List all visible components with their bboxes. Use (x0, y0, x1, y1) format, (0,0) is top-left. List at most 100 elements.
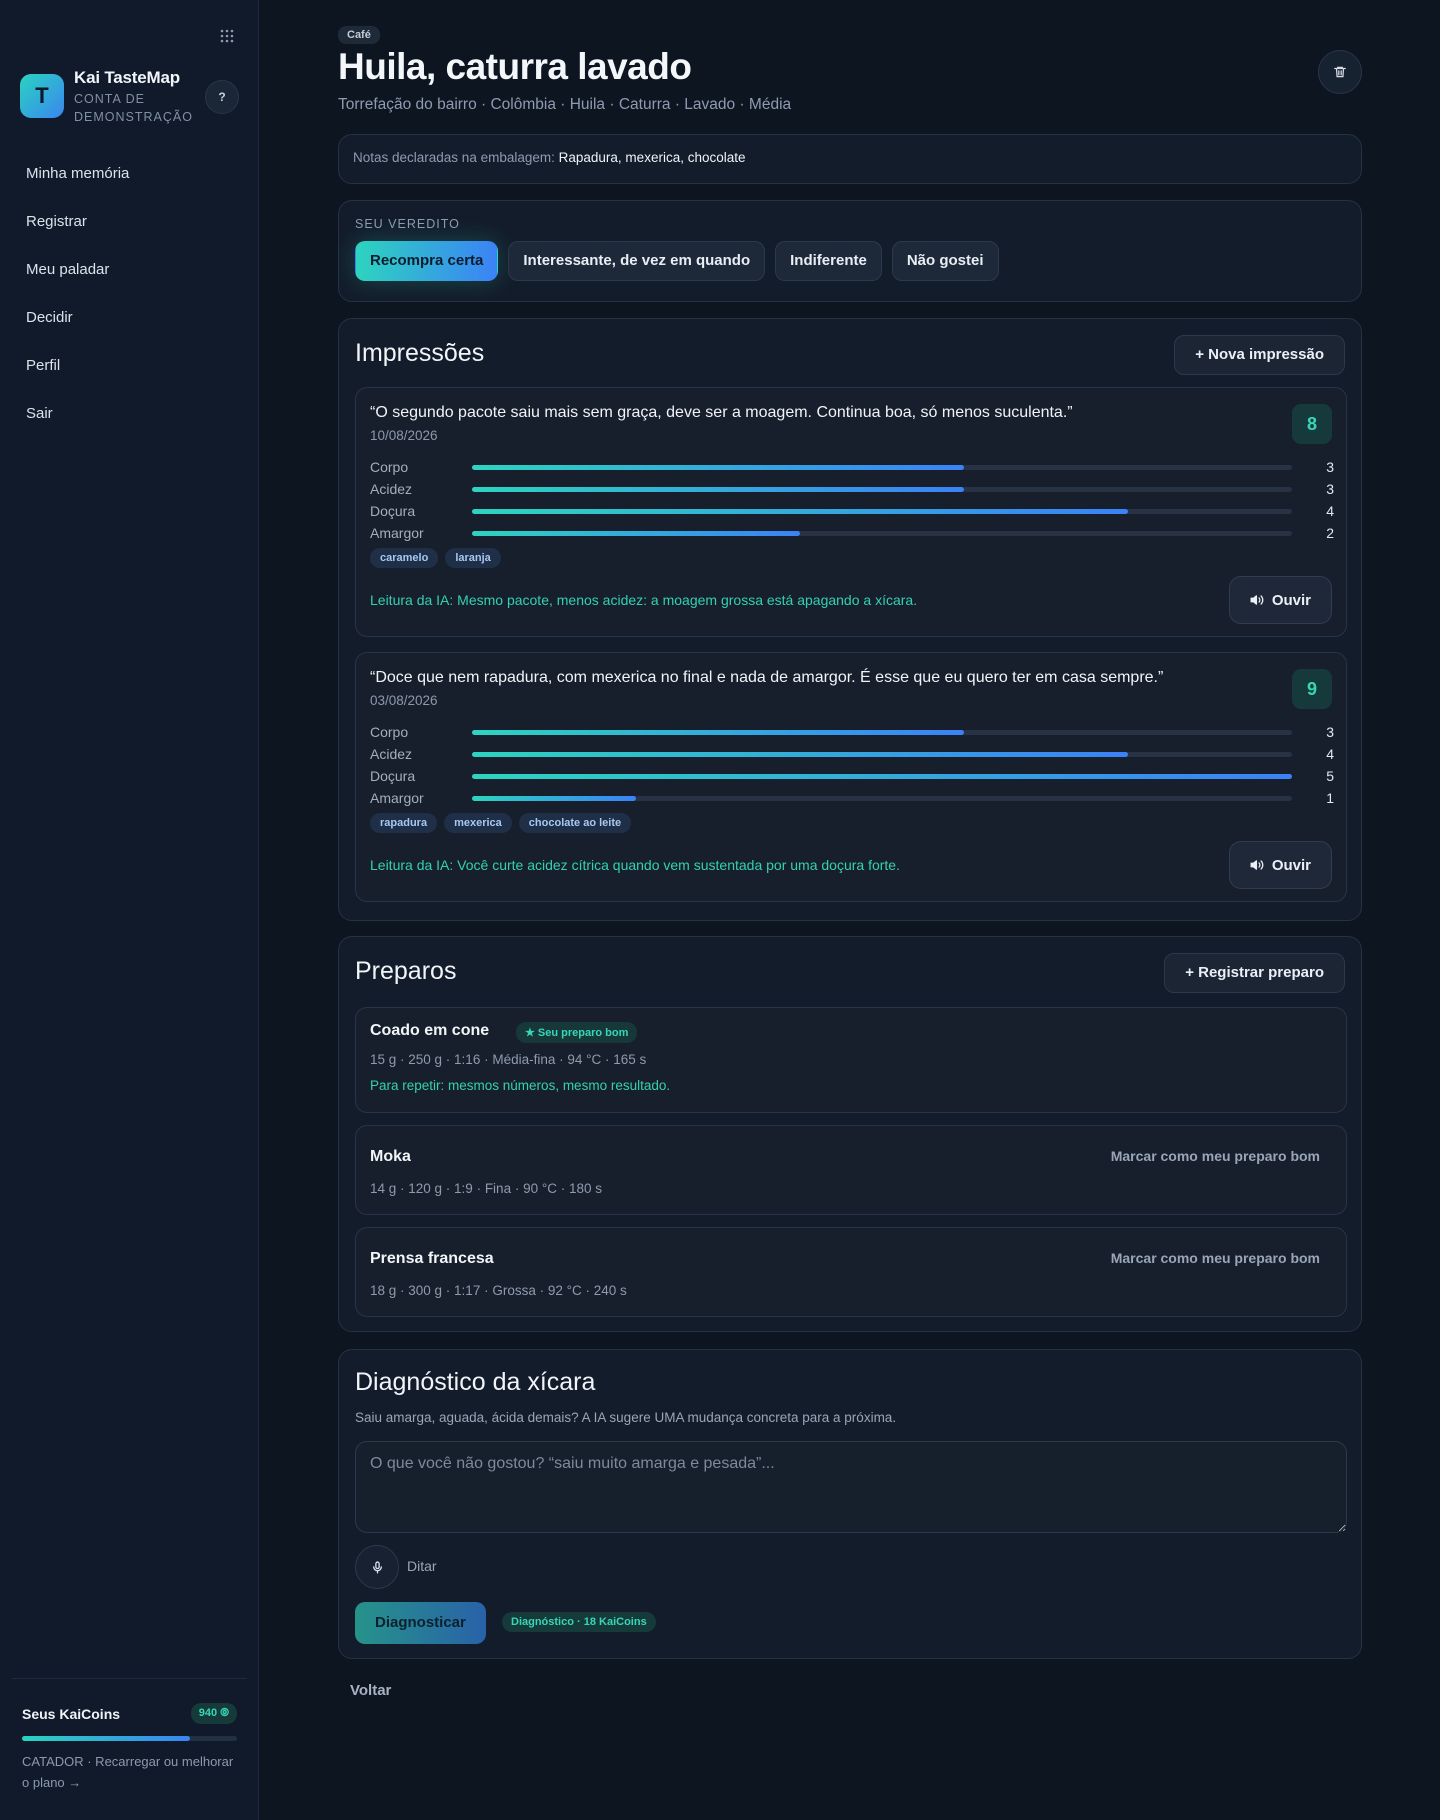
preparo-params: 15 g · 250 g · 1:16 · Média-fina · 94 °C… (370, 1052, 647, 1067)
verdict-option-nao-gostei[interactable]: Não gostei (891, 241, 999, 281)
bar-fill (472, 508, 1128, 514)
nav-item-sair[interactable]: Sair (14, 390, 245, 438)
page-subtitle: Torrefação do bairro · Colômbia · Huila … (338, 96, 792, 113)
flavor-tags: caramelo laranja (370, 548, 501, 568)
register-preparo-button[interactable]: + Registrar preparo (1164, 953, 1345, 993)
impression-card: “Doce que nem rapadura, com mexerica no … (355, 652, 1347, 902)
verdict-option-indiferente[interactable]: Indiferente (775, 241, 882, 281)
bar-row: Acidez 4 (370, 743, 1334, 765)
bar-label: Acidez (370, 746, 413, 762)
diagnose-button[interactable]: Diagnosticar (355, 1602, 486, 1644)
impression-card: “O segundo pacote saiu mais sem graça, d… (355, 387, 1347, 637)
grid-menu-icon[interactable] (219, 28, 235, 44)
new-impression-button[interactable]: + Nova impressão (1174, 335, 1345, 375)
mark-good-preparo-button[interactable]: Marcar como meu preparo bom (1111, 1148, 1320, 1164)
bar-label: Doçura (370, 768, 416, 784)
bar-row: Acidez 3 (370, 478, 1334, 500)
preparos-section: Preparos + Registrar preparo Coado em co… (338, 936, 1362, 1332)
impression-quote: “O segundo pacote saiu mais sem graça, d… (370, 404, 1073, 421)
bar-value: 3 (1326, 724, 1334, 740)
dictate-label: Ditar (407, 1558, 437, 1574)
preparo-name: Moka (370, 1148, 411, 1165)
speaker-icon (1250, 595, 1264, 605)
nav-item-registrar[interactable]: Registrar (14, 198, 245, 246)
verdict-label: SEU VEREDITO (355, 217, 460, 231)
bar-value: 2 (1326, 525, 1334, 541)
speaker-icon (1250, 860, 1264, 870)
nav-item-perfil[interactable]: Perfil (14, 342, 245, 390)
listen-label: Ouvir (1271, 591, 1311, 609)
listen-button[interactable]: Ouvir (1228, 841, 1332, 889)
bar-fill (472, 464, 964, 470)
mark-good-preparo-button[interactable]: Marcar como meu preparo bom (1111, 1250, 1320, 1266)
flavor-tag: mexerica (444, 813, 512, 833)
diagnose-cost-badge: Diagnóstico · 18 KaiCoins (502, 1612, 656, 1632)
delete-button[interactable] (1318, 50, 1362, 94)
bar-row: Doçura 4 (370, 500, 1334, 522)
flavor-tag: caramelo (370, 548, 439, 568)
kaicoins-plan-link[interactable]: CATADOR · Recarregar ou melhorar o plano… (22, 1751, 237, 1793)
bar-row: Amargor 2 (370, 522, 1334, 544)
verdict-option-recompra-certa[interactable]: Recompra certa (355, 241, 499, 281)
bar-fill (472, 773, 1292, 779)
sidebar-nav: Minha memória Registrar Meu paladar Deci… (14, 150, 245, 438)
preparo-name: Coado em cone (370, 1022, 490, 1039)
preparo-tip: Para repetir: mesmos números, mesmo resu… (370, 1078, 671, 1093)
preparos-title: Preparos (355, 957, 457, 985)
taste-bars: Corpo 3 Acidez 3 Doçura 4 Amargor 2 (370, 456, 1334, 544)
verdict-option-interessante[interactable]: Interessante, de vez em quando (508, 241, 766, 281)
bar-row: Doçura 5 (370, 765, 1334, 787)
nav-item-meu-paladar[interactable]: Meu paladar (14, 246, 245, 294)
help-button[interactable]: ? (205, 80, 239, 114)
impression-quote: “Doce que nem rapadura, com mexerica no … (370, 669, 1164, 686)
preparo-params: 18 g · 300 g · 1:17 · Grossa · 92 °C · 2… (370, 1283, 627, 1298)
listen-button[interactable]: Ouvir (1228, 576, 1332, 624)
preparo-name: Prensa francesa (370, 1250, 494, 1267)
bar-fill (472, 729, 964, 735)
microphone-icon (372, 1560, 382, 1574)
preparo-card[interactable]: Prensa francesa Marcar como meu preparo … (355, 1227, 1347, 1317)
nav-item-decidir[interactable]: Decidir (14, 294, 245, 342)
preparo-card[interactable]: Coado em cone ★ Seu preparo bom 15 g · 2… (355, 1007, 1347, 1113)
impression-score: 9 (1292, 669, 1332, 709)
bar-label: Corpo (370, 724, 409, 740)
bar-fill (472, 530, 800, 536)
diagnostico-input[interactable] (355, 1441, 1347, 1533)
impression-date: 03/08/2026 (370, 693, 438, 708)
kaicoins-progress-fill (22, 1736, 190, 1741)
package-notes-value: Rapadura, mexerica, chocolate (558, 150, 746, 165)
trash-icon (1334, 66, 1346, 78)
bar-label: Corpo (370, 459, 409, 475)
brand-account-label: CONTA DE DEMONSTRAÇÃO (74, 92, 193, 124)
bar-label: Amargor (370, 525, 424, 541)
bar-value: 4 (1326, 746, 1334, 762)
impression-score: 8 (1292, 404, 1332, 444)
ai-reading: Leitura da IA: Você curte acidez cítrica… (370, 857, 900, 873)
category-badge: Café (338, 26, 380, 44)
brand-logo: T (20, 74, 64, 118)
preparo-card[interactable]: Moka Marcar como meu preparo bom 14 g · … (355, 1125, 1347, 1215)
sidebar: T Kai TasteMap CONTA DE DEMONSTRAÇÃO ? M… (0, 0, 259, 1820)
back-link[interactable]: Voltar (350, 1682, 391, 1699)
listen-label: Ouvir (1271, 856, 1311, 874)
bar-label: Amargor (370, 790, 424, 806)
kaicoins-panel: Seus KaiCoins 940 ⦾ CATADOR · Recarregar… (12, 1678, 247, 1793)
bar-fill (472, 751, 1128, 757)
bar-label: Acidez (370, 481, 413, 497)
dictate-button[interactable] (355, 1545, 399, 1589)
brand-name: Kai TasteMap (74, 68, 180, 87)
good-preparo-badge: ★ Seu preparo bom (516, 1022, 638, 1043)
package-notes-label: Notas declaradas na embalagem: (353, 150, 555, 165)
verdict-section: SEU VEREDITO Recompra certa Interessante… (338, 200, 1362, 302)
preparo-params: 14 g · 120 g · 1:9 · Fina · 90 °C · 180 … (370, 1181, 603, 1196)
bar-row: Corpo 3 (370, 456, 1334, 478)
nav-item-minha-memoria[interactable]: Minha memória (14, 150, 245, 198)
flavor-tag: laranja (445, 548, 501, 568)
brand[interactable]: T Kai TasteMap CONTA DE DEMONSTRAÇÃO (20, 68, 194, 126)
verdict-options: Recompra certa Interessante, de vez em q… (355, 241, 1345, 281)
impressions-title: Impressões (355, 339, 485, 367)
kaicoins-title: Seus KaiCoins (22, 1705, 121, 1722)
kaicoins-progress-bar (22, 1736, 237, 1741)
impression-date: 10/08/2026 (370, 428, 438, 443)
kaicoins-balance-badge: 940 ⦾ (190, 1703, 237, 1724)
